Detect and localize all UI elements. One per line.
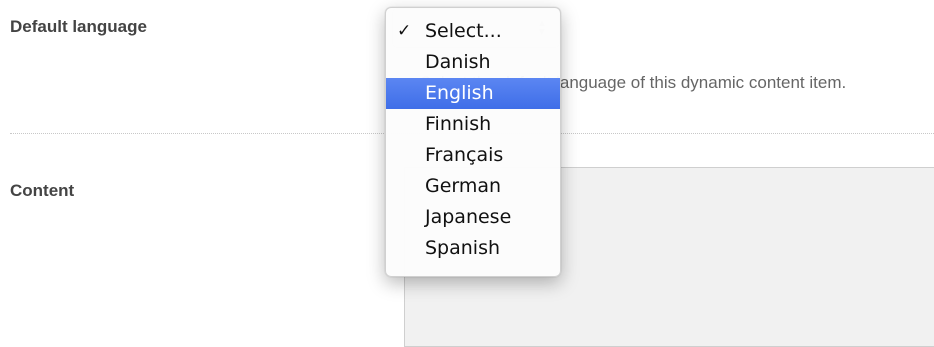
- language-option-francais[interactable]: Français: [386, 140, 560, 171]
- option-label: Spanish: [425, 237, 501, 259]
- option-label: Finnish: [425, 113, 492, 135]
- option-label: English: [425, 82, 494, 104]
- language-dropdown-menu[interactable]: ✓ Select... Danish English Finnish Franç…: [385, 7, 561, 277]
- checkmark-icon: ✓: [397, 21, 412, 41]
- language-option-danish[interactable]: Danish: [386, 47, 560, 78]
- language-option-german[interactable]: German: [386, 171, 560, 202]
- language-option-select[interactable]: ✓ Select...: [386, 16, 560, 47]
- language-option-english[interactable]: English: [386, 78, 560, 109]
- language-option-japanese[interactable]: Japanese: [386, 202, 560, 233]
- option-label: German: [425, 175, 502, 197]
- option-label: Select...: [425, 20, 502, 42]
- language-option-finnish[interactable]: Finnish: [386, 109, 560, 140]
- language-option-spanish[interactable]: Spanish: [386, 233, 560, 264]
- default-language-label: Default language: [10, 17, 147, 36]
- option-label: Danish: [425, 51, 491, 73]
- content-label: Content: [10, 181, 75, 200]
- option-label: Français: [425, 144, 504, 166]
- option-label: Japanese: [425, 206, 512, 228]
